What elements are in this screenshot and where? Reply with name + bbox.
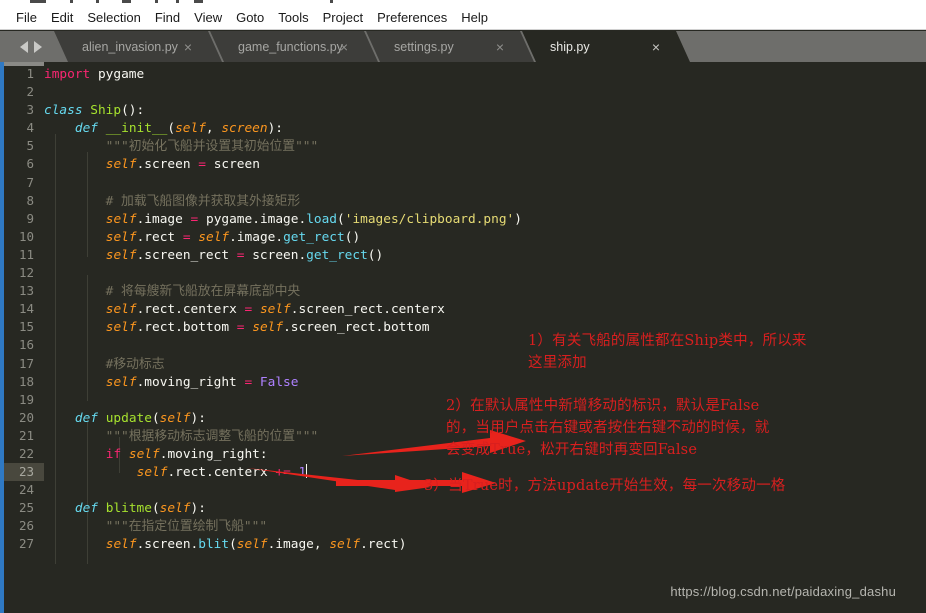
line-source: class Ship():: [44, 103, 145, 119]
close-icon[interactable]: ×: [652, 40, 660, 54]
line-number: 11: [18, 246, 34, 262]
code-line-13[interactable]: 13 # 将每艘新飞船放在屏幕底部中央: [4, 282, 926, 300]
code-line-12[interactable]: 12: [4, 264, 926, 282]
menu-item-selection[interactable]: Selection: [80, 8, 147, 28]
annotation-note-2: 2）在默认属性中新增移动的标识，默认是False 的，当用户点击右键或者按住右键…: [446, 398, 770, 458]
code-line-9[interactable]: 9 self.image = pygame.image.load('images…: [4, 210, 926, 228]
close-icon[interactable]: ×: [184, 40, 192, 54]
sublime-text-window: File Edit Selection Find View Goto Tools Projec…: [0, 0, 926, 613]
line-number: 7: [26, 174, 34, 190]
code-line-8[interactable]: 8 # 加载飞船图像并获取其外接矩形: [4, 192, 926, 210]
tab-label: alien_invasion.py: [82, 39, 178, 54]
line-number: 6: [26, 156, 34, 172]
line-source: """在指定位置绘制飞船""": [44, 519, 268, 535]
line-number: 1: [26, 66, 34, 81]
line-number: 17: [18, 355, 34, 371]
close-icon[interactable]: ×: [340, 40, 348, 54]
line-source: """初始化飞船并设置其初始位置""": [44, 139, 319, 155]
line-number: 4: [26, 120, 34, 136]
tab-label: game_functions.py: [238, 39, 343, 54]
line-number: 19: [18, 391, 34, 407]
line-source: #移动标志: [44, 356, 165, 372]
line-number: 27: [18, 536, 34, 552]
line-source: # 加载飞船图像并获取其外接矩形: [44, 193, 301, 209]
menu-item-help[interactable]: Help: [454, 8, 495, 28]
line-source: self.screen_rect = screen.get_rect(): [105, 247, 384, 263]
menu-item-goto[interactable]: Goto: [229, 8, 271, 28]
line-source: self.moving_right = False: [105, 374, 299, 390]
line-number: 22: [18, 445, 34, 461]
menu-item-tools[interactable]: Tools: [271, 8, 315, 28]
line-number: 9: [26, 210, 34, 226]
menu-item-view[interactable]: View: [187, 8, 229, 28]
line-source: self.screen.blit(self.image, self.rect): [105, 537, 407, 553]
line-number: 15: [18, 319, 34, 335]
line-number: 8: [26, 192, 34, 208]
code-line-1[interactable]: 1 import pygame: [4, 65, 926, 83]
line-source: import pygame: [44, 67, 145, 82]
tab-bar: alien_invasion.py × game_functions.py × sett…: [0, 31, 926, 62]
line-number: 10: [18, 228, 34, 244]
code-editor[interactable]: 1 import pygame 2 3 class Ship(): 4 def __ini…: [0, 62, 926, 613]
tab-alien_invasion-py[interactable]: alien_invasion.py ×: [54, 31, 222, 62]
line-number: 5: [26, 138, 34, 154]
watermark-url: https://blog.csdn.net/paidaxing_dashu: [670, 584, 896, 599]
line-source: """根据移动标志调整飞船的位置""": [44, 428, 319, 444]
line-number: 26: [18, 518, 34, 534]
line-source: self.image = pygame.image.load('images/c…: [105, 211, 522, 227]
line-source: self.rect.centerx = self.screen_rect.cen…: [105, 302, 445, 318]
code-line-2[interactable]: 2: [4, 83, 926, 101]
tab-label: ship.py: [550, 39, 590, 54]
menu-bar: File Edit Selection Find View Goto Tools Projec…: [0, 6, 926, 30]
tab-ship-py[interactable]: ship.py ×: [522, 31, 690, 62]
triangle-right-icon[interactable]: [34, 40, 42, 53]
code-line-4[interactable]: 4 def __init__(self, screen):: [4, 119, 926, 137]
code-line-18[interactable]: 18 self.moving_right = False: [4, 373, 926, 391]
annotation-note-1: 1）有关飞船的属性都在Ship类中，所以来 这里添加: [528, 333, 807, 371]
line-number: 18: [18, 373, 34, 389]
code-line-26[interactable]: 26 """在指定位置绘制飞船""": [4, 517, 926, 535]
code-line-5[interactable]: 5 """初始化飞船并设置其初始位置""": [4, 137, 926, 155]
tab-strip: alien_invasion.py × game_functions.py × sett…: [54, 31, 690, 62]
menu-item-project[interactable]: Project: [316, 8, 370, 28]
line-source: def blitme(self):: [74, 501, 206, 517]
triangle-left-icon[interactable]: [20, 40, 28, 53]
code-line-14[interactable]: 14 self.rect.centerx = self.screen_rect.…: [4, 300, 926, 318]
line-source: if self.moving_right:: [105, 446, 268, 462]
line-number: 16: [18, 337, 34, 353]
tab-settings-py[interactable]: settings.py ×: [366, 31, 534, 62]
code-line-7[interactable]: 7: [4, 174, 926, 192]
line-source: def update(self):: [74, 410, 206, 426]
code-line-11[interactable]: 11 self.screen_rect = screen.get_rect(): [4, 246, 926, 264]
line-source: self.rect = self.image.get_rect(): [105, 229, 361, 245]
tab-label: settings.py: [394, 39, 454, 54]
line-number: 20: [18, 409, 34, 425]
line-number: 14: [18, 301, 34, 317]
tab-game_functions-py[interactable]: game_functions.py ×: [210, 31, 378, 62]
line-number: 12: [18, 265, 34, 281]
line-source: def __init__(self, screen):: [74, 121, 284, 137]
menu-item-find[interactable]: Find: [148, 8, 187, 28]
code-line-27[interactable]: 27 self.screen.blit(self.image, self.rec…: [4, 535, 926, 553]
menu-item-edit[interactable]: Edit: [44, 8, 80, 28]
line-number: 21: [18, 427, 34, 443]
line-number: 2: [26, 84, 34, 100]
code-line-25[interactable]: 25 def blitme(self):: [4, 499, 926, 517]
tab-nav-arrows[interactable]: [8, 31, 54, 62]
line-number: 23: [4, 463, 44, 482]
line-source: # 将每艘新飞船放在屏幕底部中央: [44, 284, 301, 300]
annotation-note-3: 3）当True时，方法update开始生效，每一次移动一格: [424, 478, 786, 494]
code-line-6[interactable]: 6 self.screen = screen: [4, 155, 926, 173]
menu-item-preferences[interactable]: Preferences: [370, 8, 454, 28]
line-number: 3: [26, 102, 34, 118]
line-number: 24: [18, 482, 34, 498]
line-source: self.screen = screen: [105, 157, 260, 173]
line-number: 25: [18, 500, 34, 516]
line-source: self.rect.bottom = self.screen_rect.bott…: [105, 320, 430, 336]
code-line-10[interactable]: 10 self.rect = self.image.get_rect(): [4, 228, 926, 246]
code-line-3[interactable]: 3 class Ship():: [4, 101, 926, 119]
menu-item-file[interactable]: File: [9, 8, 44, 28]
close-icon[interactable]: ×: [496, 40, 504, 54]
line-number: 13: [18, 283, 34, 299]
